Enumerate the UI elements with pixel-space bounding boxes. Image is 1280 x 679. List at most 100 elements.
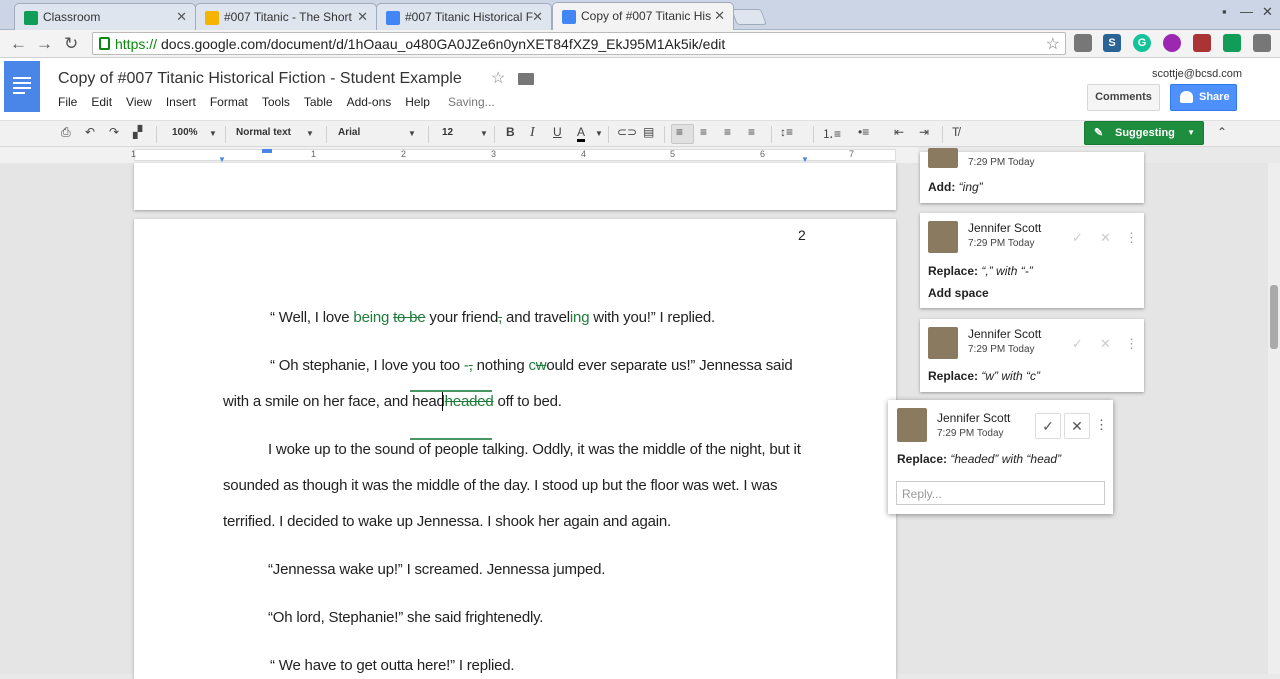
star-icon[interactable]: ☆ (491, 68, 505, 88)
menu-addons[interactable]: Add-ons (347, 95, 392, 109)
numbered-list-icon[interactable]: ⒈≡ (822, 125, 841, 142)
close-window-icon[interactable]: ✕ (1262, 4, 1273, 20)
paragraph-line[interactable]: “ We have to get outta here!” I replied. (270, 657, 515, 674)
s-extension-icon[interactable]: S (1103, 34, 1121, 52)
bold-icon[interactable]: B (506, 125, 515, 139)
suggested-insertion[interactable]: being (353, 309, 389, 326)
paragraph-line[interactable]: terrified. I decided to wake up Jennessa… (223, 513, 671, 530)
suggested-deletion[interactable]: to be (393, 309, 426, 326)
font-size-select[interactable]: 12 (442, 127, 453, 138)
font-select[interactable]: Arial (338, 127, 360, 138)
user-email[interactable]: scottje@bcsd.com (1152, 68, 1242, 80)
align-left-icon[interactable]: ≡ (676, 125, 683, 139)
chrome-menu-icon[interactable] (1253, 34, 1271, 52)
reject-icon[interactable]: ✕ (1100, 230, 1111, 246)
accept-icon[interactable]: ✓ (1072, 336, 1083, 352)
paragraph-line[interactable]: I woke up to the sound of people talking… (268, 441, 801, 458)
text-color-icon[interactable]: A (577, 125, 586, 142)
collapse-icon[interactable]: ⌃ (1217, 125, 1227, 139)
reject-suggestion-button[interactable]: ✕ (1064, 413, 1090, 439)
menu-edit[interactable]: Edit (91, 95, 112, 109)
close-icon[interactable]: ✕ (176, 9, 187, 25)
accept-icon[interactable]: ✓ (1072, 230, 1083, 246)
forward-icon[interactable]: → (36, 34, 53, 54)
reload-icon[interactable]: ↻ (64, 34, 78, 54)
menu-tools[interactable]: Tools (262, 95, 290, 109)
link-icon[interactable]: ⊂⊃ (617, 125, 637, 139)
folder-icon[interactable] (518, 73, 534, 85)
zoom-select[interactable]: 100% (172, 127, 198, 138)
more-options-icon[interactable]: ⋮ (1095, 417, 1108, 433)
underline-icon[interactable]: U (553, 125, 562, 139)
undo-icon[interactable]: ↶ (85, 125, 95, 139)
print-icon[interactable]: ⎙ (61, 125, 71, 140)
close-icon[interactable]: ✕ (357, 9, 368, 25)
first-line-indent-marker[interactable] (262, 149, 272, 153)
suggestion-card[interactable]: 7:29 PM Today Add: “ing” (920, 148, 1144, 203)
paragraph-line[interactable]: “ Well, I love being to be your friend, … (270, 309, 715, 326)
style-select[interactable]: Normal text (236, 127, 291, 138)
classroom-extension-icon[interactable] (1223, 34, 1241, 52)
paragraph-line[interactable]: “Oh lord, Stephanie!” she said frightene… (268, 609, 543, 626)
more-options-icon[interactable]: ⋮ (1125, 336, 1138, 352)
close-icon[interactable]: ✕ (532, 9, 543, 25)
document-title[interactable]: Copy of #007 Titanic Historical Fiction … (58, 70, 462, 88)
close-icon[interactable]: ✕ (714, 8, 725, 24)
line-spacing-icon[interactable]: ↕≡ (780, 125, 793, 139)
reject-icon[interactable]: ✕ (1100, 336, 1111, 352)
circle-extension-icon[interactable] (1163, 34, 1181, 52)
bookmark-star-icon[interactable]: ☆ (1046, 34, 1060, 54)
back-icon[interactable]: ← (10, 34, 27, 54)
suggestion-card[interactable]: Jennifer Scott 7:29 PM Today ✓ ✕ ⋮ Repla… (920, 213, 1144, 308)
menu-insert[interactable]: Insert (166, 95, 196, 109)
grammarly-icon[interactable]: G (1133, 34, 1151, 52)
menu-table[interactable]: Table (304, 95, 333, 109)
address-bar[interactable]: https:// docs.google.com/document/d/1hOa… (92, 32, 1066, 55)
scrollbar[interactable] (1268, 163, 1280, 674)
accept-suggestion-button[interactable]: ✓ (1035, 413, 1061, 439)
comment-icon[interactable]: ▤ (643, 125, 654, 139)
paragraph-line[interactable]: sounded as though it was the middle of t… (223, 477, 778, 494)
comments-button[interactable]: Comments (1087, 84, 1160, 111)
cast-icon[interactable] (1074, 34, 1092, 52)
bulleted-list-icon[interactable]: •≡ (858, 125, 869, 139)
paragraph-line[interactable]: with a smile on her face, and headheaded… (223, 393, 562, 410)
suggesting-label: Suggesting (1115, 127, 1175, 139)
decrease-indent-icon[interactable]: ⇤ (894, 125, 904, 139)
user-icon[interactable]: ▪ (1222, 4, 1227, 19)
docs-logo-icon[interactable] (4, 61, 40, 112)
tab-copy-titanic[interactable]: Copy of #007 Titanic His ✕ (552, 2, 734, 30)
more-options-icon[interactable]: ⋮ (1125, 230, 1138, 246)
clear-formatting-icon[interactable]: T̸ (952, 125, 959, 139)
suggested-insertion[interactable]: c (528, 357, 536, 374)
italic-icon[interactable]: I (530, 125, 535, 141)
align-right-icon[interactable]: ≡ (724, 125, 731, 139)
new-tab-button[interactable] (731, 9, 767, 25)
paragraph-line[interactable]: “ Oh stephanie, I love you too -, nothin… (270, 357, 793, 374)
menu-help[interactable]: Help (405, 95, 430, 109)
suggested-insertion[interactable]: ing (570, 309, 590, 326)
menu-view[interactable]: View (126, 95, 152, 109)
ruler[interactable]: 1 1 2 3 4 5 6 7 ▼ ▼ (0, 147, 918, 164)
paragraph-line[interactable]: “Jennessa wake up!” I screamed. Jennessa… (268, 561, 605, 578)
menu-format[interactable]: Format (210, 95, 248, 109)
tab-titanic-short[interactable]: #007 Titanic - The Short ✕ (195, 3, 377, 30)
suggesting-mode-button[interactable]: ✎ Suggesting ▼ (1084, 121, 1204, 145)
paint-format-icon[interactable]: ▞ (133, 125, 142, 139)
align-justify-icon[interactable]: ≡ (748, 125, 755, 139)
suggestion-card[interactable]: Jennifer Scott 7:29 PM Today ✓ ✕ ⋮ Repla… (920, 319, 1144, 392)
minimize-icon[interactable]: — (1240, 4, 1253, 19)
tab-classroom[interactable]: Classroom ✕ (14, 3, 196, 30)
increase-indent-icon[interactable]: ⇥ (919, 125, 929, 139)
tab-titanic-historical[interactable]: #007 Titanic Historical F ✕ (376, 3, 552, 30)
share-button[interactable]: Share (1170, 84, 1237, 111)
reply-input[interactable]: Reply... (896, 481, 1105, 505)
suggested-deletion[interactable]: w (536, 357, 547, 374)
scrollbar-thumb[interactable] (1270, 285, 1278, 349)
bookmark-extension-icon[interactable] (1193, 34, 1211, 52)
active-suggestion-card[interactable]: Jennifer Scott 7:29 PM Today ✓ ✕ ⋮ Repla… (888, 400, 1113, 514)
redo-icon[interactable]: ↷ (109, 125, 119, 139)
align-center-icon[interactable]: ≡ (700, 125, 707, 139)
menu-file[interactable]: File (58, 95, 77, 109)
suggestion-time: 7:29 PM Today (968, 157, 1035, 168)
